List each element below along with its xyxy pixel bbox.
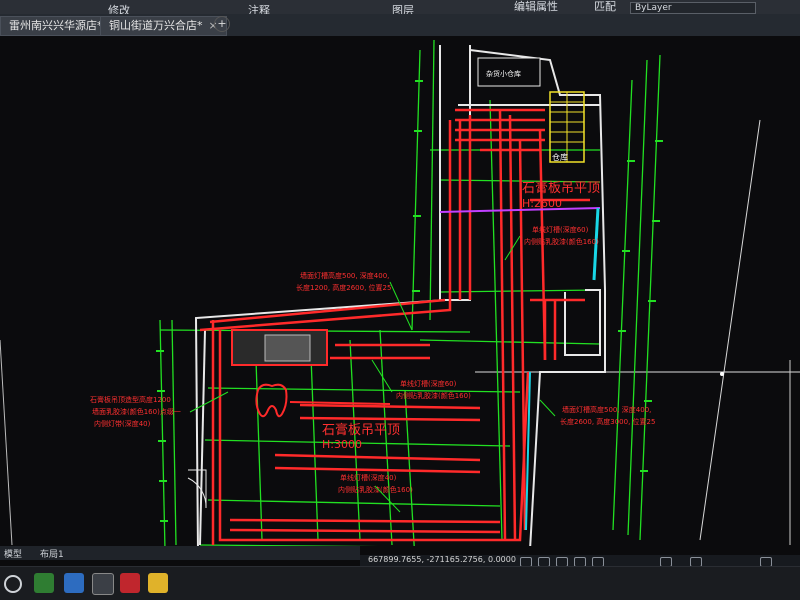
cursor-pick-box [720, 372, 724, 376]
taskbar [0, 566, 800, 600]
app-blue-icon[interactable] [64, 573, 84, 593]
note-left-3: 内侧灯带(深度40) [94, 419, 151, 428]
note-left-top-1: 墙面灯槽高度500, 深度400, [300, 271, 389, 280]
note-right-2: 长度2600, 高度3000, 位置25 [560, 417, 655, 426]
tab-file-2[interactable]: 铜山街道万兴合店* × [100, 16, 227, 36]
bylayer-value: ByLayer [635, 3, 672, 13]
app-green-icon[interactable] [34, 573, 54, 593]
layout-tab[interactable]: 布局1 [40, 547, 64, 560]
note-light-1b: 内侧贴乳胶漆(颜色160) [524, 237, 599, 246]
note-light-1: 单线灯槽(深度60) [532, 225, 589, 234]
note-light-2b: 内侧贴乳胶漆(颜色160) [396, 391, 471, 400]
ceiling-b-height: H:3000 [322, 438, 362, 451]
note-light-2: 单线灯槽(深度60) [400, 379, 457, 388]
ceiling-b-title: 石膏板吊平顶 [322, 422, 400, 438]
ceiling-a-height: H:2600 [522, 197, 562, 210]
ceiling-a-title: 石膏板吊平顶 [522, 180, 600, 196]
note-light-3: 单线灯槽(深度40) [340, 473, 397, 482]
file-tabs: 雷州南兴兴华源店*× 铜山街道万兴合店*× + [0, 14, 800, 36]
autocad-icon[interactable] [120, 573, 140, 593]
match-props-label[interactable]: 匹配 [594, 0, 616, 14]
tab-file-1-label: 雷州南兴兴华源店* [9, 19, 103, 32]
note-left-2: 墙面乳胶漆(颜色160)点缀一 [92, 407, 181, 416]
coordinates-readout: 667899.7655, -271165.2756, 0.0000 [368, 555, 516, 564]
note-right-1: 墙面灯槽高度500, 深度400, [562, 405, 651, 414]
folder-icon[interactable] [148, 573, 168, 593]
model-tab[interactable]: 模型 [4, 547, 22, 560]
search-icon[interactable] [4, 575, 22, 593]
new-tab-plus-icon[interactable]: + [214, 16, 230, 32]
note-left-top-2: 长度1200, 高度2600, 位置25 [296, 283, 391, 292]
storage-label: 仓库 [552, 152, 568, 162]
tab-file-2-label: 铜山街道万兴合店* [109, 19, 203, 32]
note-left-1: 石膏板吊顶造型高度1200 [90, 395, 171, 404]
lineweight-dropdown[interactable]: ByLayer [630, 2, 756, 14]
app-window-icon[interactable] [92, 573, 114, 595]
layout-tabs: 模型 布局1 [0, 546, 360, 560]
drawing-canvas[interactable]: 杂货小仓库 仓库 石膏板吊平顶 H:2600 石膏板吊平顶 H:3000 单线灯… [0, 36, 800, 546]
storage-small-label: 杂货小仓库 [486, 69, 521, 78]
